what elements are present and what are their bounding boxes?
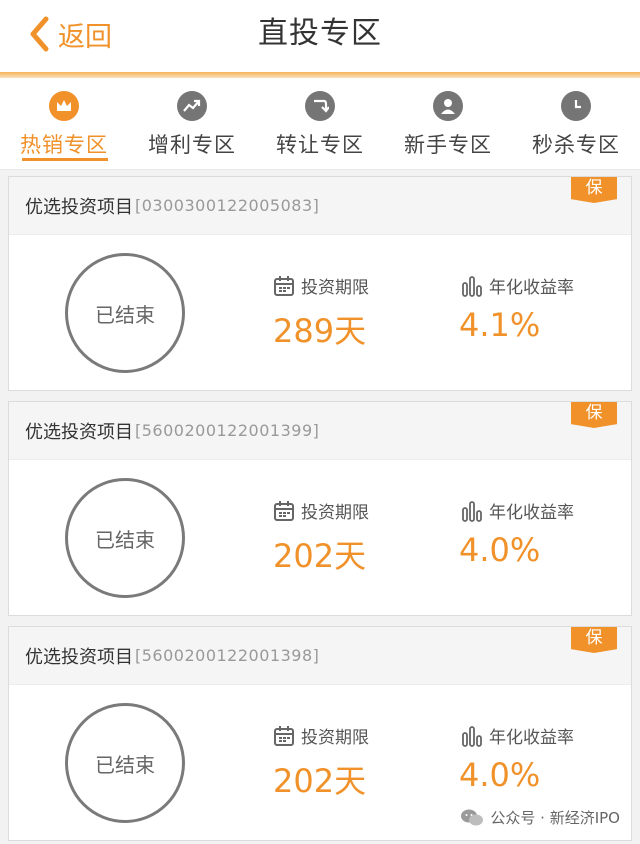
project-card[interactable]: 优选投资项目 [5600200122001399] 保 已结束 投资期限 202… — [8, 401, 632, 616]
project-name: 优选投资项目 — [25, 196, 133, 218]
category-tabs: 热销专区 增利专区 转让专区 新手专区 秒杀专区 — [0, 78, 640, 170]
tab-label: 新手专区 — [404, 133, 492, 157]
transfer-icon — [305, 91, 335, 121]
term-value: 202天 — [273, 537, 367, 575]
tab-hot-sale[interactable]: 热销专区 — [4, 78, 124, 169]
rate-label: 年化收益率 — [489, 728, 574, 748]
guarantee-badge: 保 — [571, 627, 617, 653]
project-card[interactable]: 优选投资项目 [0300300122005083] 保 已结束 投资期限 289… — [8, 176, 632, 391]
term-label: 投资期限 — [301, 728, 369, 748]
term-label: 投资期限 — [301, 503, 369, 523]
status-circle: 已结束 — [65, 478, 185, 598]
rate-metric: 年化收益率 4.0% — [459, 723, 574, 794]
status-circle: 已结束 — [65, 253, 185, 373]
rate-metric: 年化收益率 4.1% — [459, 273, 574, 344]
tab-transfer[interactable]: 转让专区 — [260, 78, 380, 169]
card-header: 优选投资项目 [5600200122001398] — [9, 627, 631, 685]
wechat-icon — [461, 809, 484, 825]
rate-label: 年化收益率 — [489, 278, 574, 298]
term-value: 289天 — [273, 312, 367, 350]
term-label: 投资期限 — [301, 278, 369, 298]
page-title: 直投专区 — [258, 16, 382, 51]
calendar-icon — [274, 725, 294, 746]
rate-label: 年化收益率 — [489, 503, 574, 523]
card-header: 优选投资项目 [5600200122001399] — [9, 402, 631, 460]
tab-profit-boost[interactable]: 增利专区 — [132, 78, 252, 169]
project-name: 优选投资项目 — [25, 421, 133, 443]
project-code: [5600200122001398] — [135, 646, 320, 665]
calendar-icon — [274, 275, 294, 296]
card-header: 优选投资项目 [0300300122005083] — [9, 177, 631, 235]
tab-label: 转让专区 — [276, 133, 364, 157]
tab-newbie[interactable]: 新手专区 — [388, 78, 508, 169]
term-metric: 投资期限 202天 — [273, 723, 369, 802]
tab-label: 增利专区 — [148, 133, 236, 157]
guarantee-badge: 保 — [571, 177, 617, 203]
guarantee-badge: 保 — [571, 402, 617, 428]
user-icon — [433, 91, 463, 121]
term-metric: 投资期限 289天 — [273, 273, 369, 352]
watermark: 公众号 · 新经济IPO — [460, 807, 620, 828]
bar-chart-icon — [462, 275, 482, 297]
tab-label: 秒杀专区 — [532, 133, 620, 157]
tab-label: 热销专区 — [20, 133, 108, 157]
watermark-text: 公众号 · 新经济IPO — [490, 809, 620, 827]
project-code: [5600200122001399] — [135, 421, 320, 440]
clock-icon — [561, 91, 591, 121]
trend-up-icon — [177, 91, 207, 121]
project-name: 优选投资项目 — [25, 646, 133, 668]
rate-metric: 年化收益率 4.0% — [459, 498, 574, 569]
bar-chart-icon — [462, 500, 482, 522]
term-value: 202天 — [273, 762, 367, 800]
tab-flash-sale[interactable]: 秒杀专区 — [516, 78, 636, 169]
rate-value: 4.0% — [459, 756, 541, 794]
status-circle: 已结束 — [65, 703, 185, 823]
term-metric: 投资期限 202天 — [273, 498, 369, 577]
crown-icon — [49, 91, 79, 121]
rate-value: 4.1% — [459, 306, 541, 344]
bar-chart-icon — [462, 725, 482, 747]
rate-value: 4.0% — [459, 531, 541, 569]
app-header: 返回 直投专区 — [0, 0, 640, 74]
calendar-icon — [274, 500, 294, 521]
project-code: [0300300122005083] — [135, 196, 320, 215]
